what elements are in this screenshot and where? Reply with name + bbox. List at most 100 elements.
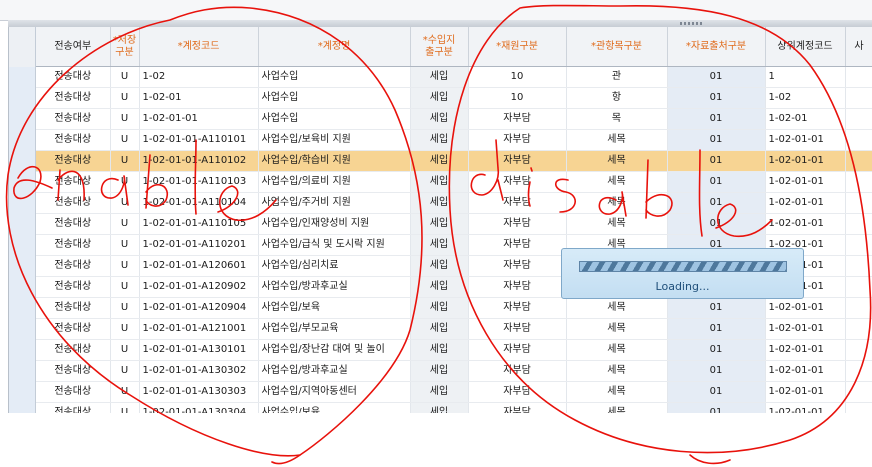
table-cell[interactable]: U	[110, 87, 140, 109]
table-cell[interactable]: U	[110, 339, 140, 361]
table-cell[interactable]: 세입	[410, 276, 469, 298]
table-cell[interactable]: 세입	[410, 360, 469, 382]
table-cell[interactable]: 1-02-01	[765, 108, 846, 130]
table-cell[interactable]: 세목	[566, 381, 668, 403]
table-cell[interactable]	[845, 192, 872, 214]
table-cell[interactable]: 01	[667, 381, 766, 403]
table-cell[interactable]: 세목	[566, 150, 668, 172]
table-cell[interactable]: 1-02-01-01-A110104	[139, 192, 259, 214]
table-cell[interactable]: 사업수입	[258, 66, 411, 88]
table-cell[interactable]: 01	[667, 150, 766, 172]
table-cell[interactable]: 1-02	[765, 87, 846, 109]
table-cell[interactable]: 1-02	[139, 66, 259, 88]
table-cell[interactable]: 자부담	[468, 129, 567, 151]
table-cell[interactable]: 자부담	[468, 381, 567, 403]
table-cell[interactable]: U	[110, 66, 140, 88]
table-cell[interactable]	[845, 108, 872, 130]
table-cell[interactable]: 세목	[566, 213, 668, 235]
table-cell[interactable]: U	[110, 255, 140, 277]
table-cell[interactable]: 1-02-01-01-A110102	[139, 150, 259, 172]
table-cell[interactable]: 사업수입/방과후교실	[258, 276, 411, 298]
table-cell[interactable]: 전송대상	[36, 381, 111, 403]
column-header-7[interactable]: *자료출처구분	[667, 27, 766, 67]
table-cell[interactable]: 세목	[566, 318, 668, 340]
row-indicator-column[interactable]	[9, 67, 36, 413]
table-cell[interactable]: U	[110, 171, 140, 193]
table-cell[interactable]: 1	[765, 66, 846, 88]
table-cell[interactable]: 1-02-01-01	[765, 360, 846, 382]
table-cell[interactable]: 전송대상	[36, 108, 111, 130]
table-cell[interactable]	[845, 234, 872, 256]
table-cell[interactable]: 사업수입/장난감 대여 및 놀이	[258, 339, 411, 361]
table-cell[interactable]: 목	[566, 108, 668, 130]
table-cell[interactable]: 1-02-01-01-A130302	[139, 360, 259, 382]
table-cell[interactable]: 사업수입/보육	[258, 297, 411, 319]
table-row[interactable]: 전송대상 U 1-02-01-01-A110105 사업수입/인재양성비 지원 세입 자부…	[36, 213, 872, 235]
table-cell[interactable]: 전송대상	[36, 402, 111, 413]
table-cell[interactable]: 전송대상	[36, 192, 111, 214]
column-header-9[interactable]: 사	[845, 27, 872, 67]
table-cell[interactable]: 세목	[566, 360, 668, 382]
table-cell[interactable]: 사업수입/주거비 지원	[258, 192, 411, 214]
table-cell[interactable]: 자부담	[468, 234, 567, 256]
table-cell[interactable]	[845, 213, 872, 235]
table-cell[interactable]: 전송대상	[36, 213, 111, 235]
table-cell[interactable]: 세입	[410, 318, 469, 340]
table-cell[interactable]: 10	[468, 66, 567, 88]
table-cell[interactable]: 1-02-01-01-A120904	[139, 297, 259, 319]
table-row[interactable]: 전송대상 U 1-02-01-01-A110101 사업수입/보육비 지원 세입 자부담 세…	[36, 129, 872, 151]
table-cell[interactable]: 01	[667, 213, 766, 235]
table-cell[interactable]: 01	[667, 129, 766, 151]
table-cell[interactable]: 1-02-01-01	[765, 339, 846, 361]
table-cell[interactable]: 자부담	[468, 318, 567, 340]
table-cell[interactable]	[845, 360, 872, 382]
table-cell[interactable]: 1-02-01-01-A130304	[139, 402, 259, 413]
table-cell[interactable]: 01	[667, 192, 766, 214]
table-cell[interactable]: U	[110, 234, 140, 256]
table-row[interactable]: 전송대상 U 1-02-01-01-A120904 사업수입/보육 세입 자부담 세목 01 1…	[36, 297, 872, 319]
table-cell[interactable]: 01	[667, 318, 766, 340]
table-cell[interactable]: 세입	[410, 255, 469, 277]
table-cell[interactable]: 사업수입/급식 및 도시락 지원	[258, 234, 411, 256]
table-cell[interactable]: 전송대상	[36, 150, 111, 172]
table-cell[interactable]: 전송대상	[36, 66, 111, 88]
table-cell[interactable]: 1-02-01-01-A120902	[139, 276, 259, 298]
table-cell[interactable]: 01	[667, 66, 766, 88]
table-cell[interactable]: 자부담	[468, 150, 567, 172]
table-cell[interactable]: 1-02-01-01	[765, 318, 846, 340]
table-cell[interactable]: 01	[667, 339, 766, 361]
table-cell[interactable]: 사업수입/학습비 지원	[258, 150, 411, 172]
table-row[interactable]: 전송대상 U 1-02-01-01-A110102 사업수입/학습비 지원 세입 자부담 세…	[36, 150, 872, 172]
table-cell[interactable]: 세입	[410, 192, 469, 214]
table-cell[interactable]: 사업수입/보육	[258, 402, 411, 413]
table-cell[interactable]: 자부담	[468, 192, 567, 214]
table-cell[interactable]: 1-02-01-01-A130303	[139, 381, 259, 403]
table-cell[interactable]: 세입	[410, 129, 469, 151]
table-cell[interactable]: 1-02-01-01	[765, 297, 846, 319]
table-cell[interactable]: 사업수입	[258, 108, 411, 130]
table-cell[interactable]: 세목	[566, 402, 668, 413]
table-cell[interactable]: 자부담	[468, 108, 567, 130]
table-cell[interactable]: 사업수입/인재양성비 지원	[258, 213, 411, 235]
table-cell[interactable]: 1-02-01-01-A130101	[139, 339, 259, 361]
table-cell[interactable]	[845, 276, 872, 298]
table-cell[interactable]: 사업수입/지역아동센터	[258, 381, 411, 403]
table-cell[interactable]: 세입	[410, 213, 469, 235]
table-cell[interactable]: 전송대상	[36, 360, 111, 382]
table-cell[interactable]: 자부담	[468, 276, 567, 298]
table-cell[interactable]: 세입	[410, 339, 469, 361]
table-cell[interactable]: 세입	[410, 66, 469, 88]
table-cell[interactable]: 세입	[410, 150, 469, 172]
table-cell[interactable]: 전송대상	[36, 234, 111, 256]
table-cell[interactable]: 세입	[410, 171, 469, 193]
table-cell[interactable]: 사업수입/보육비 지원	[258, 129, 411, 151]
table-cell[interactable]: U	[110, 360, 140, 382]
table-cell[interactable]: 01	[667, 108, 766, 130]
table-cell[interactable]: 세목	[566, 297, 668, 319]
table-cell[interactable]	[845, 381, 872, 403]
table-cell[interactable]: U	[110, 150, 140, 172]
table-cell[interactable]: 1-02-01-01	[765, 381, 846, 403]
table-cell[interactable]: 1-02-01-01-A110101	[139, 129, 259, 151]
column-header-4[interactable]: *수입지 출구분	[410, 27, 469, 67]
table-cell[interactable]: 세목	[566, 192, 668, 214]
